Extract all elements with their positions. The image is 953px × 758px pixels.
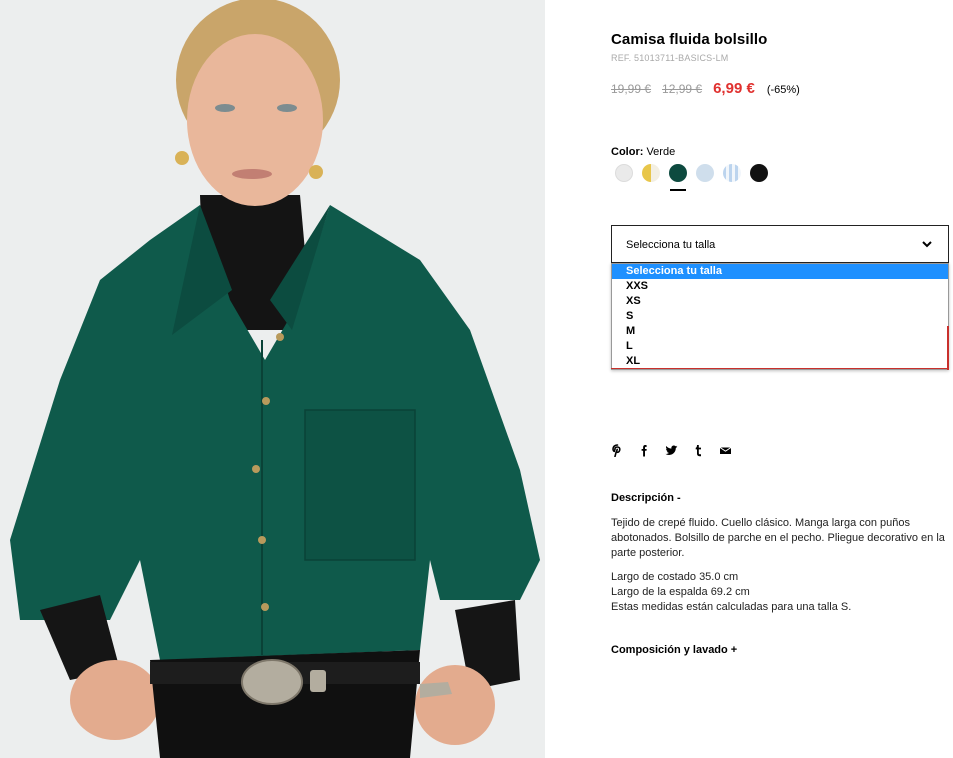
share-icons [611,444,732,457]
color-label-key: Color: [611,146,644,158]
size-option[interactable]: XL [612,354,948,369]
size-option[interactable]: XXS [612,279,948,294]
previous-price: 12,99 € [662,82,703,96]
size-option[interactable]: L [612,339,948,354]
product-reference: REF. 51013711-BASICS-LM [611,53,729,63]
product-info-panel: Camisa fluida bolsillo REF. 51013711-BAS… [611,0,949,758]
product-image[interactable] [0,0,545,758]
swatch-yellow[interactable] [642,164,660,182]
composition-heading[interactable]: Composición y lavado + [611,644,737,656]
tumblr-icon[interactable] [692,444,705,457]
add-button-edge [947,326,949,370]
price-block: 19,99 € 12,99 € 6,99 € (-65%) [611,80,800,97]
size-option[interactable]: S [612,309,948,324]
add-button-edge-bottom [611,368,949,369]
measure-note: Estas medidas están calculadas para una … [611,601,852,613]
color-swatches [615,164,768,191]
original-price: 19,99 € [611,82,652,96]
discount-badge: (-65%) [766,84,800,96]
twitter-icon[interactable] [665,444,678,457]
color-label: Color: Verde [611,146,675,158]
swatch-white[interactable] [615,164,633,182]
facebook-icon[interactable] [638,444,651,457]
measure-back-length: Largo de la espalda 69.2 cm [611,586,750,598]
email-icon[interactable] [719,444,732,457]
size-select[interactable]: Selecciona tu talla [611,225,949,263]
swatch-light-blue[interactable] [696,164,714,182]
swatch-black[interactable] [750,164,768,182]
pinterest-icon[interactable] [611,444,624,457]
product-photo-illustration [0,0,545,758]
measure-side-length: Largo de costado 35.0 cm [611,571,739,583]
description-heading[interactable]: Descripción - [611,492,681,504]
swatch-green[interactable] [669,164,687,191]
product-title: Camisa fluida bolsillo [611,31,768,48]
sale-price: 6,99 € [713,80,755,97]
swatch-blue-stripe[interactable] [723,164,741,182]
description-paragraph: Tejido de crepé fluido. Cuello clásico. … [611,517,945,559]
size-option[interactable]: M [612,324,948,339]
size-option[interactable]: Selecciona tu talla [612,264,948,279]
color-label-value: Verde [646,146,676,158]
size-options-list: Selecciona tu talla XXS XS S M L XL [611,263,949,370]
size-select-value: Selecciona tu talla [626,239,716,251]
size-option[interactable]: XS [612,294,948,309]
description-body: Tejido de crepé fluido. Cuello clásico. … [611,516,949,615]
chevron-down-icon [922,241,932,248]
